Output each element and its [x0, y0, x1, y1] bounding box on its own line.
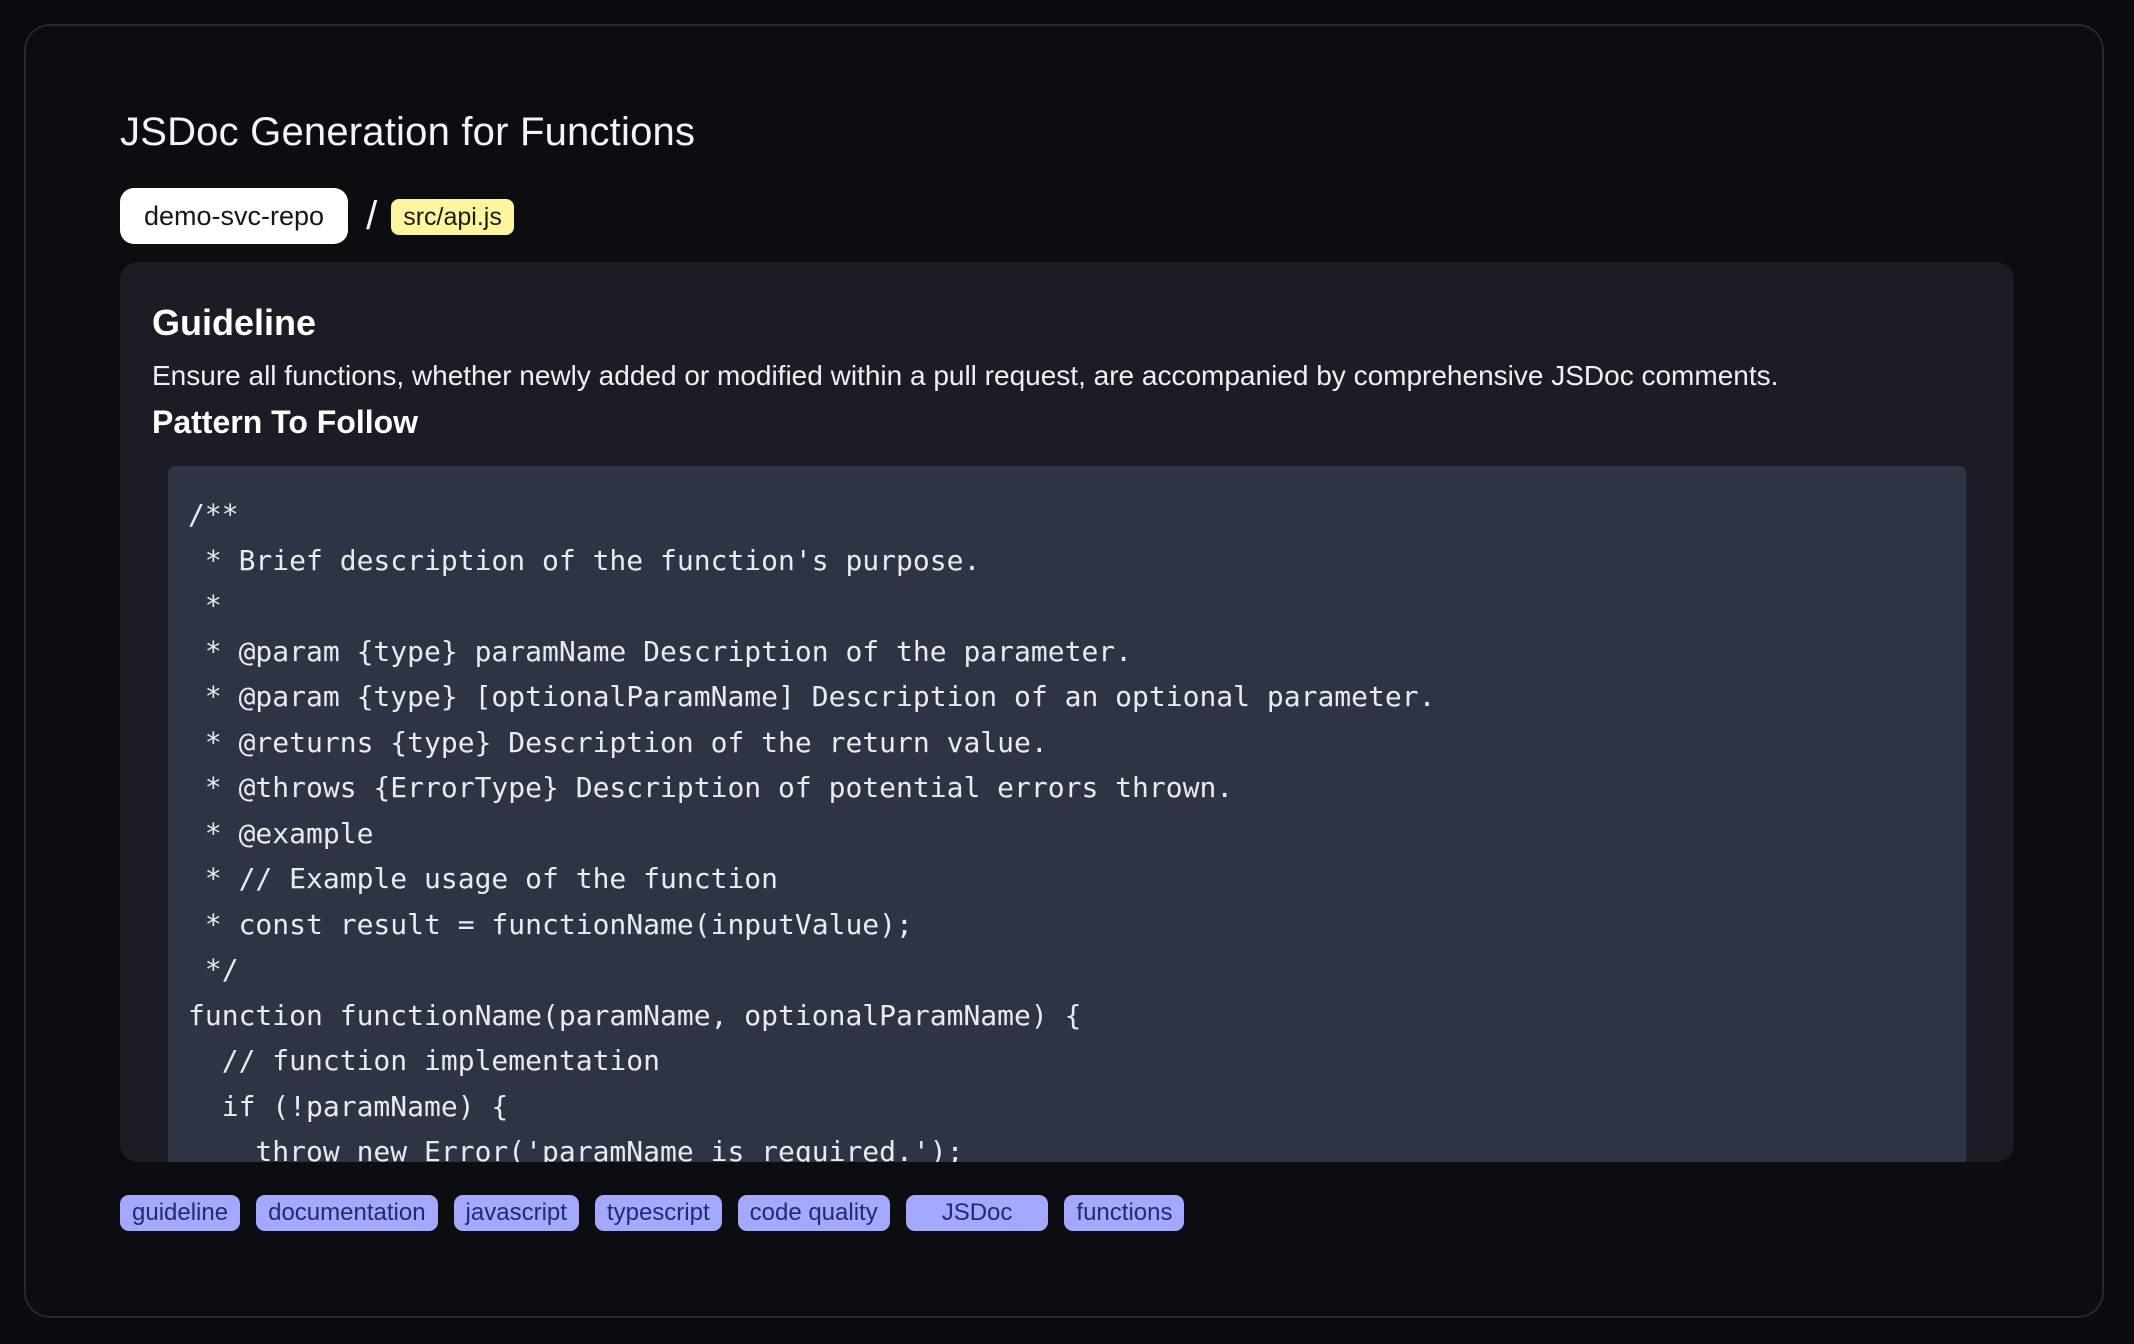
tag-functions[interactable]: functions	[1064, 1195, 1185, 1231]
code-line: * // Example usage of the function	[188, 862, 779, 895]
guideline-heading: Guideline	[152, 302, 317, 343]
pattern-heading: Pattern To Follow	[152, 404, 419, 440]
code-line: function functionName(paramName, optiona…	[188, 998, 1082, 1032]
code-line: * @throws {ErrorType} Description of pot…	[188, 771, 1234, 804]
code-line: // function implementation	[188, 1044, 661, 1077]
tag-code-quality[interactable]: code quality	[737, 1195, 890, 1231]
code-line: * @returns {type} Description of the ret…	[188, 725, 1048, 759]
tag-documentation[interactable]: documentation	[256, 1195, 438, 1231]
code-line: * Brief description of the function's pu…	[188, 543, 981, 577]
tag-guideline[interactable]: guideline	[120, 1195, 241, 1231]
code-block[interactable]: /** * Brief description of the function'…	[168, 466, 1966, 1162]
file-path-badge[interactable]: src/api.js	[391, 199, 514, 235]
code-line: * @example	[188, 816, 374, 850]
code-line: *	[188, 589, 222, 622]
repo-badge[interactable]: demo-svc-repo	[120, 188, 349, 244]
code-line: * @param {type} [optionalParamName] Desc…	[188, 680, 1436, 713]
guideline-card: JSDoc Generation for Functions demo-svc-…	[24, 24, 2104, 1318]
breadcrumb: demo-svc-repo / src/api.js	[120, 188, 514, 244]
page-title: JSDoc Generation for Functions	[120, 110, 696, 154]
code-line: /**	[188, 498, 239, 531]
guideline-panel: Guideline Ensure all functions, whether …	[120, 262, 2014, 1162]
tag-jsdoc[interactable]: JSDoc	[905, 1195, 1049, 1231]
code-line: * @param {type} paramName Description of…	[188, 634, 1133, 668]
guideline-description: Ensure all functions, whether newly adde…	[152, 360, 1779, 391]
code-line: if (!paramName) {	[188, 1089, 509, 1123]
tag-list: guideline documentation javascript types…	[120, 1195, 1185, 1231]
tag-typescript[interactable]: typescript	[594, 1195, 722, 1231]
breadcrumb-separator: /	[366, 194, 378, 238]
code-line: */	[188, 953, 239, 986]
tag-javascript[interactable]: javascript	[453, 1195, 579, 1231]
code-line: throw new Error('paramName is required.'…	[188, 1135, 964, 1162]
code-content: /** * Brief description of the function'…	[188, 492, 1966, 1162]
code-line: * const result = functionName(inputValue…	[188, 907, 913, 941]
